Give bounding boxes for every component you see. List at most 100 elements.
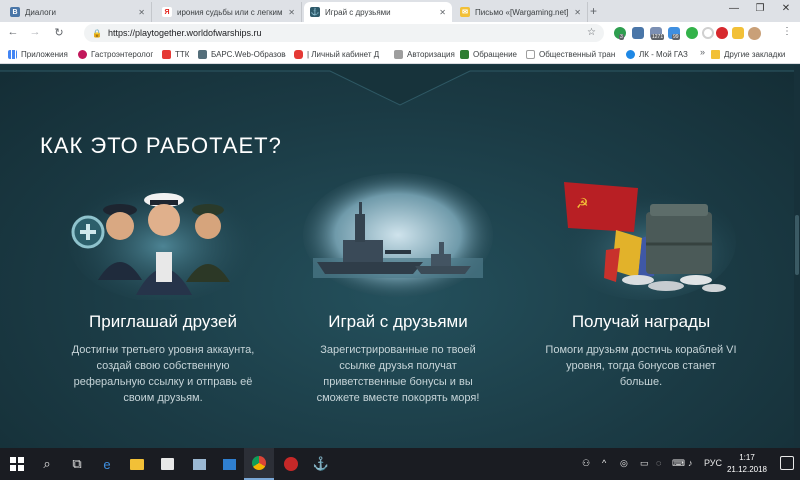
tab-yandex-search[interactable]: Я ирония судьбы или с легким па ✕ — [156, 2, 302, 22]
bookmark-label: Авторизация — [407, 49, 455, 59]
bookmark-apps[interactable]: Приложения — [8, 47, 68, 61]
extension-badge: 3 — [619, 34, 624, 40]
heart-icon — [78, 49, 87, 59]
tab-label: Письмо «[Wargaming.net] На Ва — [475, 7, 570, 17]
world-of-warships-icon[interactable]: ⚓ — [306, 448, 336, 480]
file-explorer-icon[interactable] — [122, 448, 152, 480]
bookmark-authorization[interactable]: Авторизация — [394, 47, 455, 61]
app-window-icon[interactable] — [184, 448, 214, 480]
vk-favicon-icon: В — [10, 7, 20, 17]
bookmark-label: Гастроэнтеролог — [91, 49, 154, 59]
cabinet-icon — [294, 49, 303, 59]
opera-icon[interactable] — [716, 27, 728, 39]
bookmark-star-icon[interactable]: ☆ — [587, 27, 596, 38]
browser-menu-icon[interactable]: ⋮ — [782, 26, 792, 37]
card-get-rewards: ☭ Получай награды Помоги друзьям достичь… — [541, 170, 741, 390]
other-bookmarks[interactable]: Другие закладки — [711, 47, 785, 61]
battleships-icon — [303, 170, 493, 300]
search-icon[interactable]: ⌕ — [32, 448, 62, 480]
bookmark-label: Другие закладки — [724, 49, 786, 59]
tab-label: Диалоги — [25, 7, 56, 17]
close-icon[interactable]: ✕ — [288, 8, 295, 17]
bookmark-appeal[interactable]: Обращение — [460, 47, 517, 61]
tab-mail-letter[interactable]: ✉ Письмо «[Wargaming.net] На Ва ✕ — [454, 2, 588, 22]
tab-dialogs[interactable]: В Диалоги ✕ — [4, 2, 152, 22]
bookmark-label: Общественный тран — [539, 49, 616, 59]
system-clock[interactable]: 1:17 21.12.2018 — [722, 452, 772, 476]
photos-icon[interactable] — [214, 448, 244, 480]
url-text: https://playtogether.worldofwarships.ru — [107, 28, 262, 38]
close-icon[interactable]: ✕ — [574, 8, 581, 17]
start-windows-icon[interactable] — [2, 448, 32, 480]
bookmark-bars-web[interactable]: БАРС.Web-Образова — [198, 47, 286, 61]
rewards-chest-icon: ☭ — [546, 170, 736, 300]
chrome-icon[interactable] — [244, 448, 274, 480]
tray-app-icon[interactable]: ◎ — [620, 458, 628, 469]
task-view-icon[interactable]: ⧉ — [62, 448, 92, 480]
card-description: Зарегистрированные по твоей ссылке друзь… — [316, 344, 480, 404]
volume-icon[interactable]: ♪ — [688, 458, 693, 468]
notification-center-icon[interactable] — [780, 456, 794, 470]
bookmark-label: ТТК — [175, 49, 190, 59]
bookmark-public-transport[interactable]: Общественный тран — [526, 47, 618, 61]
card-title: Приглашай друзей — [89, 312, 237, 331]
keyboard-icon[interactable]: ⌨ — [672, 458, 685, 469]
battery-icon[interactable]: ▭ — [640, 458, 649, 469]
ttk-icon — [162, 49, 171, 59]
card-play-with-friends: Играй с друзьями Зарегистрированные по т… — [298, 170, 498, 406]
card-description: Достигни третьего уровня аккаунта, созда… — [71, 344, 255, 404]
close-icon[interactable]: ✕ — [138, 8, 145, 17]
bookmark-gastroenterologist[interactable]: Гастроэнтеролог — [78, 47, 153, 61]
new-tab-button[interactable]: + — [590, 4, 597, 18]
page-scrollbar[interactable] — [794, 65, 800, 448]
more-bookmarks-icon[interactable]: » — [700, 47, 705, 57]
reload-icon[interactable]: ↻ — [52, 26, 66, 39]
language-indicator[interactable]: РУС — [704, 458, 722, 468]
folder-icon — [711, 49, 720, 59]
bookmarks-bar: Приложения Гастроэнтеролог ТТК БАРС.Web-… — [0, 44, 800, 64]
bookmark-my-gaz[interactable]: ЛК - Мой ГАЗ — [626, 47, 688, 61]
extension-circle-icon[interactable] — [702, 27, 714, 39]
extension-green-icon[interactable] — [686, 27, 698, 39]
minimize-button[interactable]: — — [724, 3, 744, 14]
folder-icon — [394, 49, 403, 59]
wargaming-icon[interactable] — [276, 448, 306, 480]
address-bar[interactable]: 🔒 https://playtogether.worldofwarships.r… — [84, 24, 604, 42]
extension-bookmark-icon[interactable] — [732, 27, 744, 39]
forward-arrow-icon[interactable]: → — [28, 26, 42, 38]
page-content: КАК ЭТО РАБОТАЕТ? Приглашай друзей Дости… — [0, 65, 800, 448]
svg-text:☭: ☭ — [576, 196, 589, 212]
mail-favicon-icon: ✉ — [460, 7, 470, 17]
profile-avatar[interactable] — [748, 27, 761, 40]
tray-arrow-icon[interactable]: ^ — [602, 458, 606, 468]
card-description: Помоги друзьям достичь кораблей VI уровн… — [545, 344, 737, 388]
page-icon — [526, 49, 535, 59]
bookmark-ttk[interactable]: ТТК — [162, 47, 189, 61]
extension-vk-icon[interactable] — [632, 27, 644, 39]
document-icon — [198, 49, 207, 59]
clock-date: 21.12.2018 — [726, 465, 768, 474]
back-arrow-icon[interactable]: ← — [6, 26, 20, 38]
tab-label: ирония судьбы или с легким па — [177, 7, 285, 17]
bookmark-label: БАРС.Web-Образова — [211, 49, 286, 59]
edge-browser-icon[interactable]: e — [92, 448, 122, 480]
appeal-icon — [460, 49, 469, 59]
scrollbar-thumb[interactable] — [795, 215, 799, 275]
bookmark-personal-cabinet[interactable]: | Личный кабинет Д — [294, 47, 386, 61]
restore-button[interactable]: ❐ — [750, 3, 770, 14]
people-icon[interactable]: ⚇ — [582, 458, 590, 469]
store-icon[interactable] — [152, 448, 182, 480]
section-title: КАК ЭТО РАБОТАЕТ? — [40, 133, 282, 158]
close-icon[interactable]: ✕ — [439, 8, 446, 17]
gas-flame-icon — [626, 49, 635, 59]
card-invite-friends: Приглашай друзей Достигни третьего уровн… — [63, 170, 263, 406]
officers-invite-icon — [68, 170, 258, 302]
card-title: Играй с друзьями — [328, 312, 468, 331]
browser-toolbar: ← → ↻ 🔒 https://playtogether.worldofwars… — [0, 22, 800, 44]
warships-favicon-icon: ⚓ — [310, 7, 320, 17]
close-window-button[interactable]: ✕ — [776, 3, 796, 14]
card-title: Получай награды — [571, 312, 711, 331]
network-icon[interactable]: ◌ — [656, 458, 661, 468]
tab-play-together[interactable]: ⚓ Играй с друзьями ✕ — [304, 2, 452, 22]
extension-badge: 1271 — [651, 34, 665, 40]
